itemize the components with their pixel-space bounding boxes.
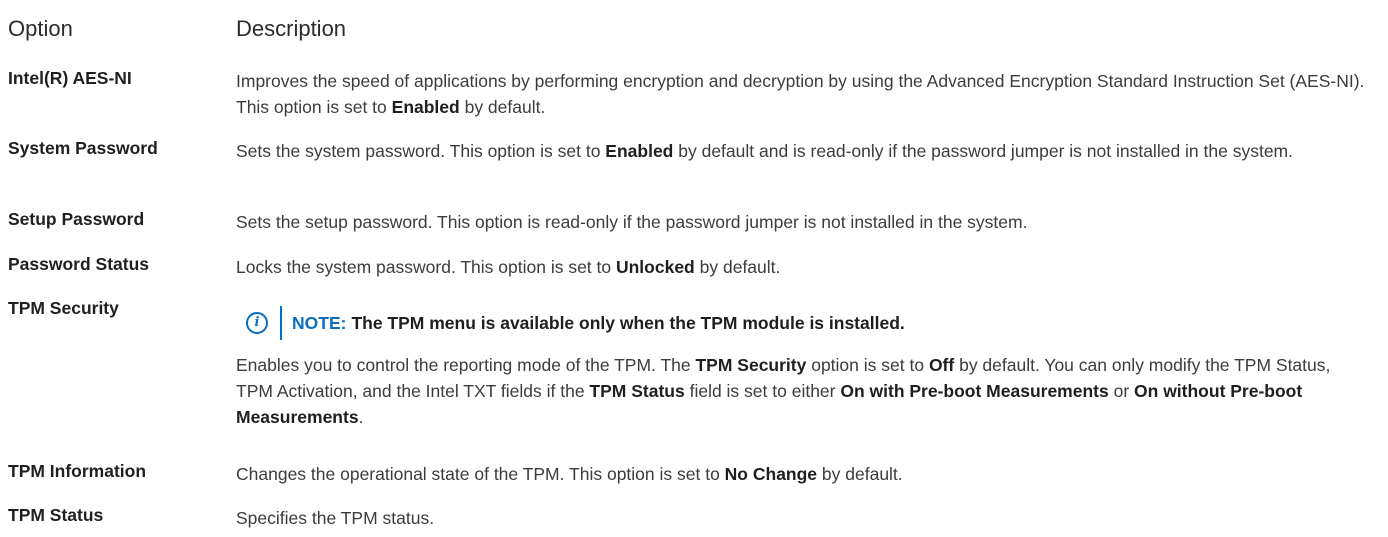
table-row: Intel(R) AES-NI Improves the speed of ap…	[8, 68, 1378, 120]
table-row: System Password Sets the system password…	[8, 138, 1378, 190]
option-term: TPM Information	[8, 461, 147, 481]
emphasized-value: Enabled	[605, 141, 674, 161]
emphasized-value: On without Pre-boot Measurements	[236, 381, 1303, 427]
table-row: Setup Password Sets the setup password. …	[8, 209, 1378, 235]
column-header-option: Option	[8, 16, 73, 41]
option-term: Password Status	[8, 254, 150, 274]
option-term: Setup Password	[8, 209, 145, 229]
option-description: Sets the system password. This option is…	[236, 141, 1293, 161]
option-description-block: i NOTE: The TPM menu is available only w…	[236, 298, 1371, 430]
table-row: TPM Security i NOTE: The TPM menu is ava…	[8, 298, 1378, 448]
emphasized-value: No Change	[724, 464, 818, 484]
option-description: Changes the operational state of the TPM…	[236, 464, 903, 484]
column-header-description: Description	[236, 16, 347, 41]
note-divider	[280, 306, 282, 340]
option-description: Improves the speed of applications by pe…	[236, 71, 1365, 117]
bios-security-options-table: Option Description Intel(R) AES-NI Impro…	[0, 0, 1388, 537]
emphasized-value: Unlocked	[615, 257, 695, 277]
note-text: The TPM menu is available only when the …	[351, 313, 905, 333]
table-row: TPM Status Specifies the TPM status.	[8, 505, 1378, 531]
table-row: Password Status Locks the system passwor…	[8, 254, 1378, 280]
note-callout: i NOTE: The TPM menu is available only w…	[236, 306, 1371, 340]
option-term: Intel(R) AES-NI	[8, 68, 132, 88]
emphasized-value: Enabled	[391, 97, 460, 117]
emphasized-value: Off	[928, 355, 955, 375]
option-description: Locks the system password. This option i…	[236, 257, 781, 277]
option-term: TPM Security	[8, 298, 119, 318]
emphasized-value: TPM Status	[589, 381, 685, 401]
note-label: NOTE:	[292, 313, 347, 333]
option-description: Sets the setup password. This option is …	[236, 212, 1028, 232]
table-row: TPM Information Changes the operational …	[8, 461, 1378, 487]
emphasized-value: TPM Security	[695, 355, 807, 375]
emphasized-value: On with Pre-boot Measurements	[840, 381, 1109, 401]
option-description: Specifies the TPM status.	[236, 508, 435, 528]
table-header: Option Description	[8, 16, 346, 42]
option-description: Enables you to control the reporting mod…	[236, 355, 1331, 427]
option-term: System Password	[8, 138, 158, 158]
info-icon: i	[246, 312, 268, 334]
option-term: TPM Status	[8, 505, 104, 525]
